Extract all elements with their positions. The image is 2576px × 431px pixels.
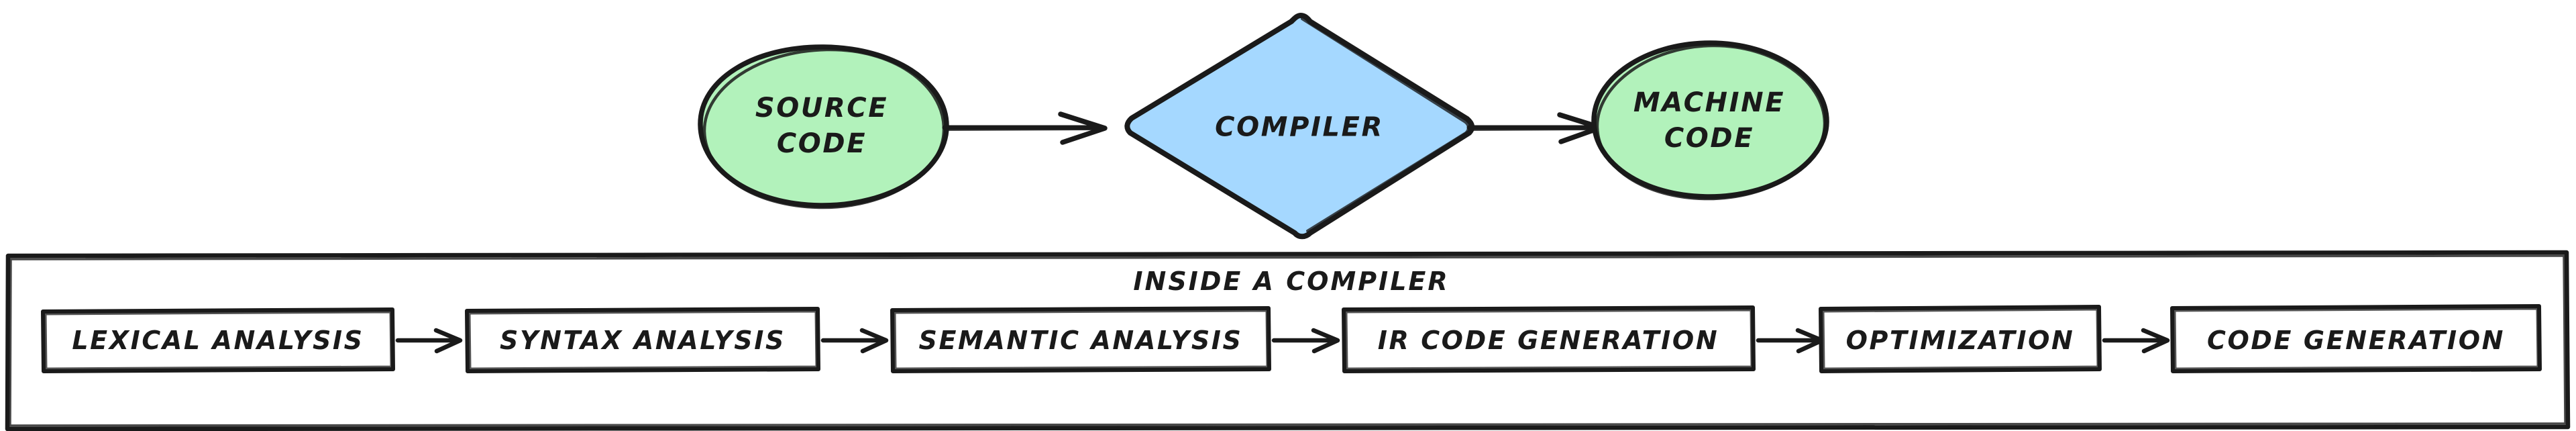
arrow-lex-to-syn: [395, 328, 463, 354]
source-code-ellipse[interactable]: [698, 44, 949, 209]
stage-box-ir-code-generation[interactable]: [1342, 305, 1756, 373]
machine-code-ellipse[interactable]: [1591, 40, 1829, 201]
arrow-syn-to-sem: [820, 328, 889, 354]
diagram-canvas: SOURCE CODE COMPILER MACHINE CODE INSIDE…: [0, 0, 2576, 431]
arrow-opt-to-gen: [2102, 328, 2170, 354]
compiler-diamond[interactable]: [1124, 13, 1475, 240]
arrow-ir-to-opt: [1756, 328, 1825, 354]
stage-box-optimization[interactable]: [1819, 305, 2102, 373]
stage-box-semantic-analysis[interactable]: [890, 306, 1271, 373]
diagram-sketch-layer: [5, 13, 2571, 431]
arrow-sem-to-ir: [1271, 328, 1340, 354]
arrow-compiler-to-machine: [1466, 112, 1603, 144]
stage-box-code-generation[interactable]: [2170, 304, 2542, 373]
stage-box-syntax-analysis[interactable]: [465, 307, 820, 373]
arrow-source-to-compiler: [942, 111, 1108, 145]
stage-box-lexical-analysis[interactable]: [41, 307, 395, 373]
